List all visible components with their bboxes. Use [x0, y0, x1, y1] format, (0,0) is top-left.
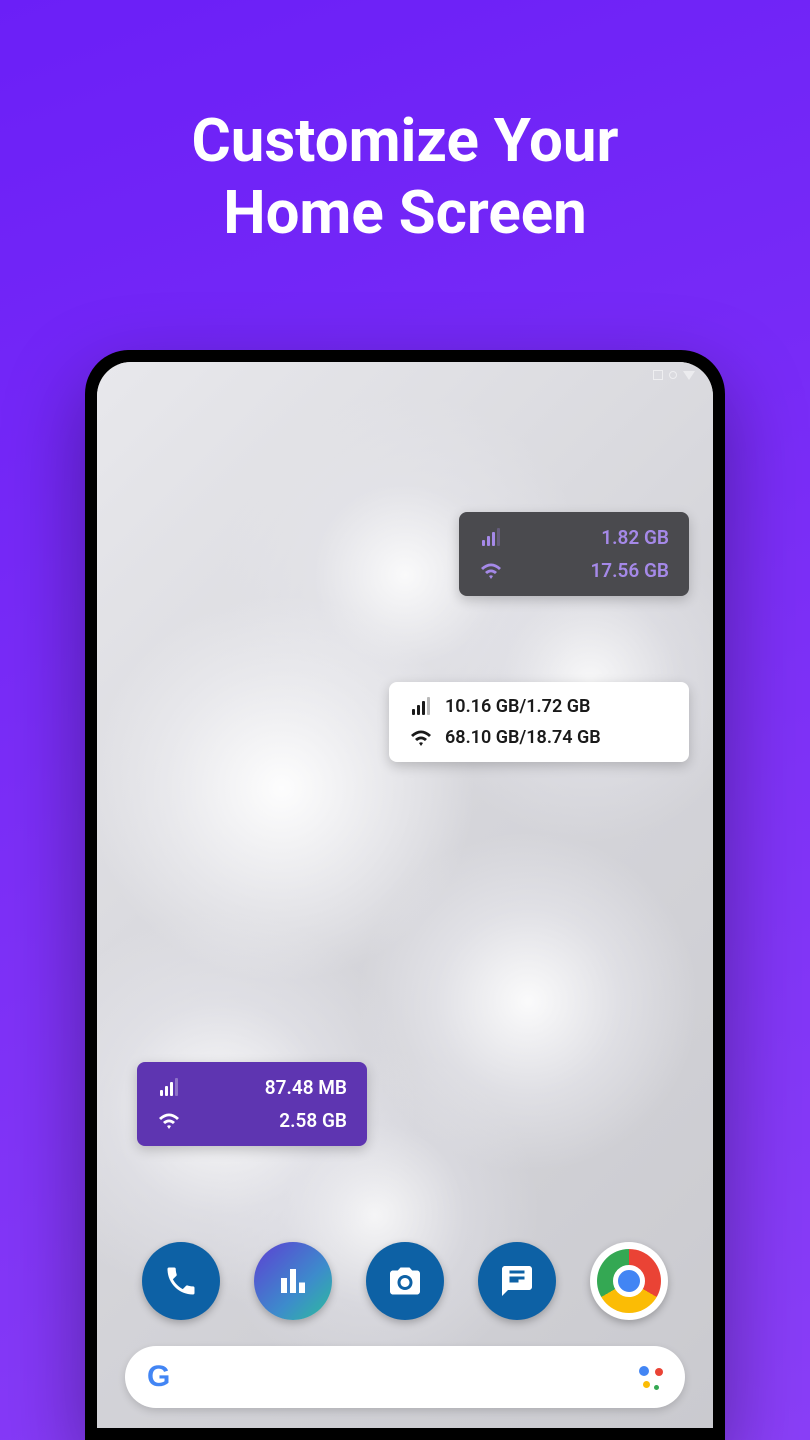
google-search-bar[interactable]: G [125, 1346, 685, 1408]
signal-icon [157, 1080, 181, 1096]
widget-wifi-row: 2.58 GB [157, 1109, 347, 1132]
phone-mockup: 1.82 GB 17.56 GB 10.16 GB/1.72 GB [85, 350, 725, 1440]
widget-wifi-row: 68.10 GB/18.74 GB [409, 727, 669, 748]
signal-icon [409, 699, 433, 715]
widget-mobile-row: 10.16 GB/1.72 GB [409, 696, 669, 717]
mobile-data-value: 10.16 GB/1.72 GB [445, 696, 669, 717]
promo-title: Customize Your Home Screen [0, 0, 810, 249]
wifi-data-value: 68.10 GB/18.74 GB [445, 727, 669, 748]
status-bar [653, 370, 695, 380]
phone-app-icon[interactable] [142, 1242, 220, 1320]
status-icon [683, 371, 695, 380]
widget-mobile-row: 87.48 MB [157, 1076, 347, 1099]
wifi-icon [409, 728, 433, 748]
chrome-app-icon[interactable] [590, 1242, 668, 1320]
dock [97, 1242, 713, 1320]
status-icon [669, 371, 677, 379]
title-line-1: Customize Your [0, 105, 810, 177]
camera-app-icon[interactable] [366, 1242, 444, 1320]
title-line-2: Home Screen [0, 177, 810, 249]
data-widget-dark[interactable]: 1.82 GB 17.56 GB [459, 512, 689, 596]
signal-icon [479, 530, 503, 546]
wifi-icon [479, 561, 503, 581]
wifi-data-value: 17.56 GB [517, 559, 669, 582]
mobile-data-value: 87.48 MB [195, 1076, 347, 1099]
data-widget-light[interactable]: 10.16 GB/1.72 GB 68.10 GB/18.74 GB [389, 682, 689, 762]
data-widget-purple[interactable]: 87.48 MB 2.58 GB [137, 1062, 367, 1146]
widget-mobile-row: 1.82 GB [479, 526, 669, 549]
stats-app-icon[interactable] [254, 1242, 332, 1320]
assistant-icon[interactable] [637, 1364, 663, 1390]
status-icon [653, 370, 663, 380]
messages-app-icon[interactable] [478, 1242, 556, 1320]
phone-screen: 1.82 GB 17.56 GB 10.16 GB/1.72 GB [97, 362, 713, 1428]
wifi-icon [157, 1111, 181, 1131]
google-logo-icon: G [147, 1360, 170, 1394]
wifi-data-value: 2.58 GB [195, 1109, 347, 1132]
widget-wifi-row: 17.56 GB [479, 559, 669, 582]
mobile-data-value: 1.82 GB [517, 526, 669, 549]
